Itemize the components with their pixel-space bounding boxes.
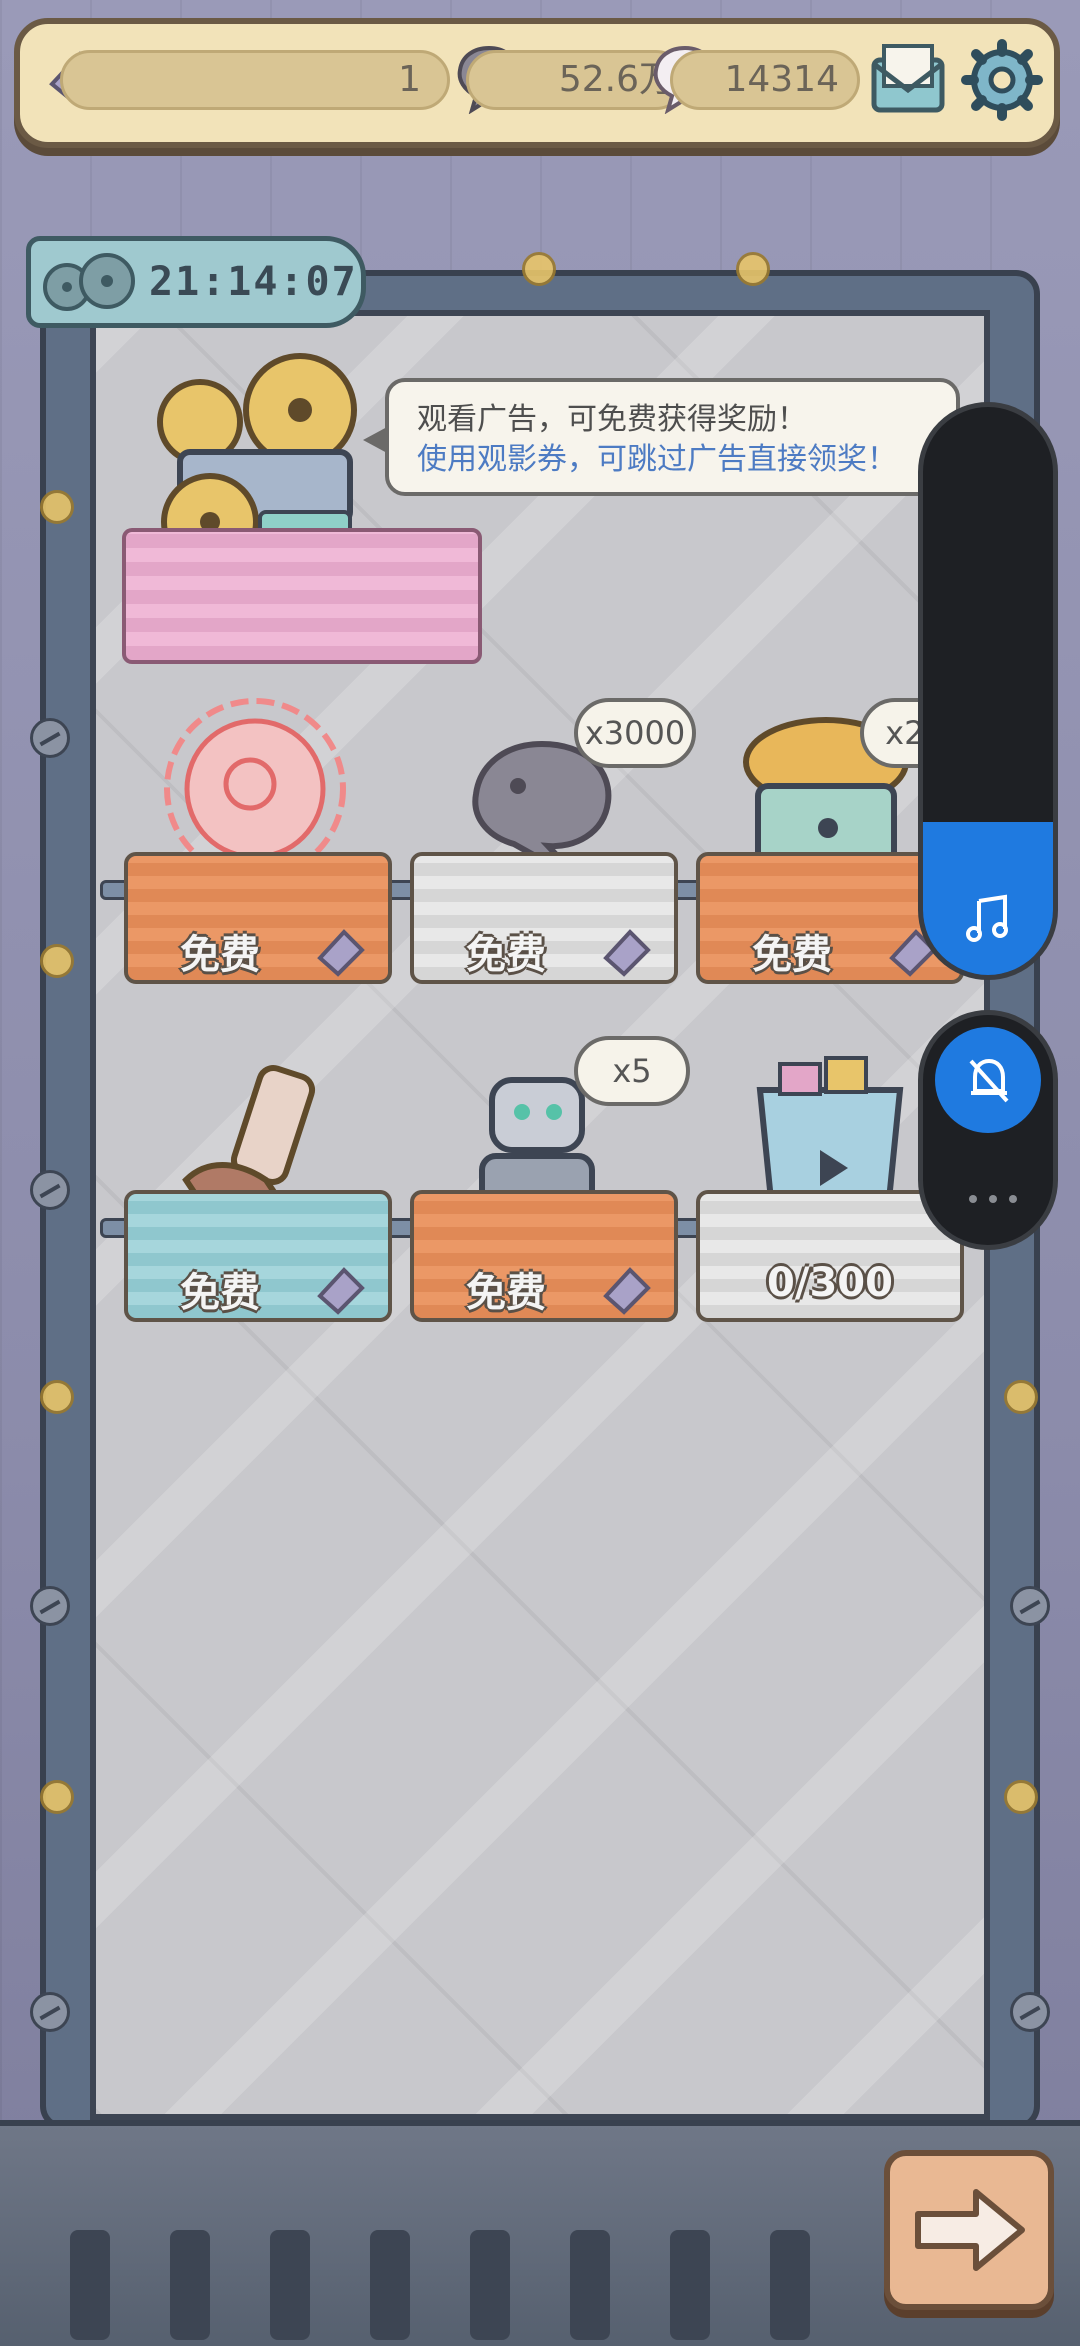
screw <box>30 1992 70 2032</box>
reward-card-4[interactable]: 免费 <box>124 1190 392 1322</box>
reward-card-2[interactable]: 免费 <box>410 852 678 984</box>
reward-card-1[interactable]: 免费 <box>124 852 392 984</box>
ticket-icon <box>603 929 651 977</box>
reward-label-2: 免费 <box>466 932 546 978</box>
ticket-icon <box>317 929 365 977</box>
rivet <box>522 252 556 286</box>
film-reel-icon <box>43 253 135 311</box>
ringer-toggle[interactable] <box>935 1027 1041 1133</box>
screw <box>30 718 70 758</box>
reward-card-5[interactable]: 免费 <box>410 1190 678 1322</box>
top-hud: 1 52.6万 14314 <box>14 18 1060 148</box>
floor-bar <box>570 2230 610 2340</box>
next-button[interactable] <box>884 2150 1054 2310</box>
promo-line-2: 使用观影券，可跳过广告直接领奖！ <box>417 442 897 477</box>
reward-label-4: 免费 <box>180 1270 260 1316</box>
timer-text: 21:14:07 <box>149 259 358 305</box>
arrow-right-icon <box>915 2189 1025 2271</box>
more-icon[interactable] <box>965 1191 1021 1207</box>
reward-label-5: 免费 <box>466 1270 546 1316</box>
floor-bar <box>70 2230 110 2340</box>
screw <box>1010 1992 1050 2032</box>
floor-bar <box>470 2230 510 2340</box>
rivet <box>736 252 770 286</box>
gear-icon[interactable] <box>960 38 1044 122</box>
volume-slider[interactable] <box>918 402 1058 980</box>
rivet <box>40 1380 74 1414</box>
rivet <box>40 1780 74 1814</box>
ticket-icon <box>603 1267 651 1315</box>
floor-bar <box>770 2230 810 2340</box>
floor-bar <box>370 2230 410 2340</box>
screw <box>30 1170 70 1210</box>
music-note-icon <box>966 894 1008 942</box>
reward-label-1: 免费 <box>180 932 260 978</box>
bell-mute-icon <box>969 1058 1009 1103</box>
rivet <box>1004 1780 1038 1814</box>
screw <box>30 1586 70 1626</box>
reward-label-3: 免费 <box>752 932 832 978</box>
gem-count: 14314 <box>670 50 860 110</box>
projector-shelf <box>122 528 482 664</box>
reward-progress: 0/300 <box>767 1260 893 1306</box>
refresh-timer: 21:14:07 <box>26 236 366 328</box>
mail-icon[interactable] <box>866 38 950 122</box>
floor-bar <box>270 2230 310 2340</box>
ticket-count: 1 <box>60 50 450 110</box>
rivet <box>40 944 74 978</box>
floor-bar <box>170 2230 210 2340</box>
rivet <box>40 490 74 524</box>
rivet <box>1004 1380 1038 1414</box>
qty-badge-2: x3000 <box>574 698 696 768</box>
qty-badge-5: x5 <box>574 1036 690 1106</box>
screw <box>1010 1586 1050 1626</box>
promo-bubble: 观看广告，可免费获得奖励！ 使用观影券，可跳过广告直接领奖！ <box>363 378 960 496</box>
ticket-icon <box>317 1267 365 1315</box>
floor-bar <box>670 2230 710 2340</box>
promo-line-1: 观看广告，可免费获得奖励！ <box>417 402 807 437</box>
ringer-panel <box>918 1010 1058 1250</box>
